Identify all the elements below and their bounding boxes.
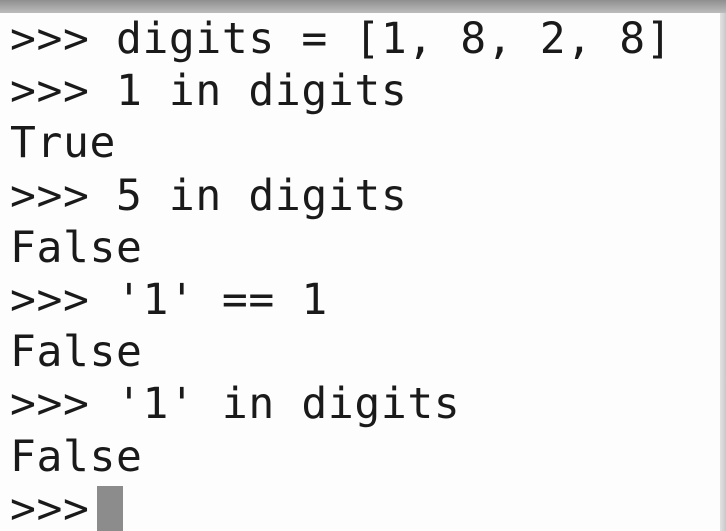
repl-prompt: >>> — [10, 483, 90, 531]
repl-output-line: False — [10, 431, 716, 483]
repl-output-line: False — [10, 222, 716, 274]
repl-output-line: False — [10, 326, 716, 378]
repl-output-text: True — [10, 118, 116, 169]
repl-prompt: >>> — [10, 274, 116, 325]
repl-output-line: True — [10, 117, 716, 169]
text-cursor[interactable] — [97, 485, 124, 531]
repl-prompt: >>> — [10, 66, 116, 117]
repl-prompt: >>> — [10, 170, 116, 221]
repl-command-text: 5 in digits — [115, 170, 408, 221]
scrollbar-track[interactable] — [720, 13, 726, 531]
repl-prompt: >>> — [10, 14, 116, 64]
repl-output-text: False — [10, 222, 143, 273]
repl-input-line: >>> 5 in digits — [10, 170, 716, 222]
repl-command-text: digits = [1, 8, 2, 8] — [115, 14, 673, 64]
repl-command-text: 1 in digits — [115, 66, 408, 117]
repl-command-text: '1' == 1 — [115, 274, 328, 325]
repl-input-line: >>> '1' == 1 — [10, 274, 716, 326]
repl-output-text: False — [10, 431, 143, 482]
repl-output-text: False — [10, 327, 143, 378]
repl-active-prompt-line[interactable]: >>> — [10, 483, 716, 531]
terminal-content[interactable]: >>> digits = [1, 8, 2, 8] >>> 1 in digit… — [10, 13, 716, 531]
python-repl-window[interactable]: >>> digits = [1, 8, 2, 8] >>> 1 in digit… — [0, 0, 726, 531]
repl-input-line: >>> 1 in digits — [10, 65, 716, 117]
repl-prompt: >>> — [10, 379, 116, 430]
window-top-edge — [0, 0, 726, 13]
repl-command-text: '1' in digits — [115, 379, 461, 430]
repl-input-line: >>> digits = [1, 8, 2, 8] — [10, 13, 716, 65]
repl-input-line: >>> '1' in digits — [10, 378, 716, 430]
